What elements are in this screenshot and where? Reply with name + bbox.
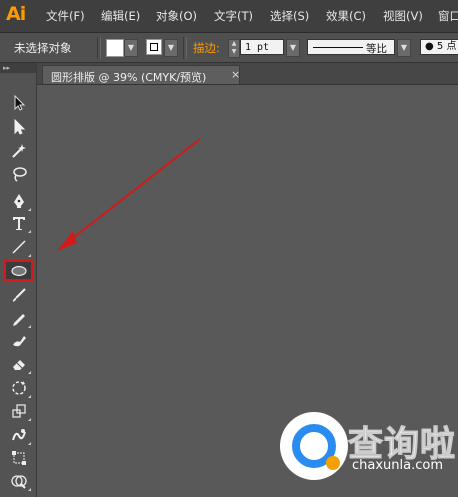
document-tab-title: 圆形排版 @ 39% (CMYK/预览) — [51, 71, 207, 84]
menu-object[interactable]: 对象(O) — [156, 8, 197, 24]
type-tool[interactable] — [7, 213, 31, 233]
document-tab-bar: 圆形排版 @ 39% (CMYK/预览) × — [37, 63, 458, 85]
stroke-weight-spinner-icon[interactable]: ▲ ▼ — [228, 39, 240, 58]
line-segment-tool[interactable] — [7, 237, 31, 257]
lasso-tool[interactable] — [7, 164, 31, 184]
menu-bar: Ai 文件(F) 编辑(E) 对象(O) 文字(T) 选择(S) 效果(C) 视… — [0, 0, 458, 33]
stroke-label[interactable]: 描边: — [193, 40, 220, 56]
warp-tool-icon — [12, 429, 26, 441]
fill-dropdown-icon[interactable]: ▼ — [124, 39, 138, 57]
toolbox-collapse-icon[interactable]: ▸▸ — [0, 63, 36, 73]
stroke-profile-select[interactable]: 等比 — [307, 39, 395, 55]
menu-type[interactable]: 文字(T) — [214, 8, 253, 24]
menu-view[interactable]: 视图(V) — [383, 8, 423, 24]
direct-selection-tool[interactable] — [7, 117, 31, 137]
tool-flyout-icon — [28, 488, 31, 491]
selection-status-label: 未选择对象 — [14, 41, 72, 55]
paintbrush-tool[interactable] — [7, 285, 31, 305]
toolbox-panel: ▸▸ — [0, 63, 37, 497]
divider — [97, 37, 101, 59]
paintbrush-tool-icon — [13, 288, 26, 302]
tool-flyout-icon — [28, 254, 31, 257]
selection-tool[interactable] — [7, 93, 31, 113]
shape-builder-tool-icon — [11, 475, 27, 489]
menu-window[interactable]: 窗口 — [438, 8, 458, 24]
rotate-tool-icon — [12, 381, 26, 395]
divider — [183, 37, 187, 59]
stroke-weight-field[interactable]: 1 pt — [240, 39, 284, 55]
stroke-dropdown-icon[interactable]: ▼ — [164, 39, 178, 57]
menu-select[interactable]: 选择(S) — [270, 8, 309, 24]
app-logo: Ai — [6, 3, 26, 25]
ellipse-tool[interactable] — [4, 260, 33, 281]
scale-tool-icon — [12, 404, 26, 418]
annotation-arrow-head — [57, 231, 77, 251]
magic-wand-tool[interactable] — [7, 141, 31, 161]
pen-tool-icon — [14, 194, 24, 208]
annotation-arrow-shaft — [63, 138, 201, 246]
rotate-tool[interactable] — [7, 378, 31, 398]
selection-tool-icon — [14, 94, 26, 111]
brush-definition-select[interactable]: ● 5 点 — [420, 39, 458, 55]
control-bar: 未选择对象 ▼ ▼ 描边: ▲ ▼ 1 pt ▼ 等比 ▼ ● 5 点 — [0, 33, 458, 63]
direct-selection-tool-icon — [14, 118, 26, 135]
blob-brush-tool[interactable] — [7, 331, 31, 351]
shape-builder-tool[interactable] — [7, 471, 31, 491]
fill-swatch[interactable] — [106, 39, 124, 57]
warp-tool[interactable] — [7, 425, 31, 445]
document-tab[interactable]: 圆形排版 @ 39% (CMYK/预览) × — [42, 65, 240, 84]
tool-flyout-icon — [28, 325, 31, 328]
eraser-tool[interactable] — [7, 354, 31, 374]
free-transform-tool[interactable] — [7, 448, 31, 468]
scale-tool[interactable] — [7, 401, 31, 421]
tool-flyout-icon — [28, 442, 31, 445]
watermark: 查询啦 chaxunla.com — [272, 412, 458, 497]
tool-flyout-icon — [28, 418, 31, 421]
pencil-tool-icon — [13, 314, 25, 326]
close-icon[interactable]: × — [231, 68, 240, 81]
ellipse-tool-icon — [10, 265, 27, 276]
tool-flyout-icon — [28, 395, 31, 398]
menu-file[interactable]: 文件(F) — [46, 8, 85, 24]
line-segment-tool-icon — [12, 240, 26, 254]
eraser-tool-icon — [13, 360, 25, 370]
menu-effect[interactable]: 效果(C) — [326, 8, 366, 24]
tool-flyout-icon — [28, 371, 31, 374]
watermark-url: chaxunla.com — [352, 458, 443, 473]
stroke-profile-label: 等比 — [366, 43, 387, 55]
watermark-dot-icon — [326, 456, 340, 470]
pen-tool[interactable] — [7, 191, 31, 211]
menu-edit[interactable]: 编辑(E) — [101, 8, 140, 24]
pencil-tool[interactable] — [7, 308, 31, 328]
magic-wand-tool-icon — [12, 144, 26, 158]
tool-flyout-icon — [28, 208, 31, 211]
free-transform-tool-icon — [12, 451, 26, 465]
stroke-swatch[interactable] — [146, 39, 162, 55]
stroke-profile-dropdown-icon[interactable]: ▼ — [397, 39, 411, 57]
type-tool-icon — [13, 217, 25, 230]
profile-line-preview — [313, 47, 363, 48]
blob-brush-tool-icon — [13, 336, 26, 347]
stroke-weight-dropdown-icon[interactable]: ▼ — [286, 39, 300, 57]
tool-flyout-icon — [28, 230, 31, 233]
lasso-tool-icon — [13, 167, 27, 182]
